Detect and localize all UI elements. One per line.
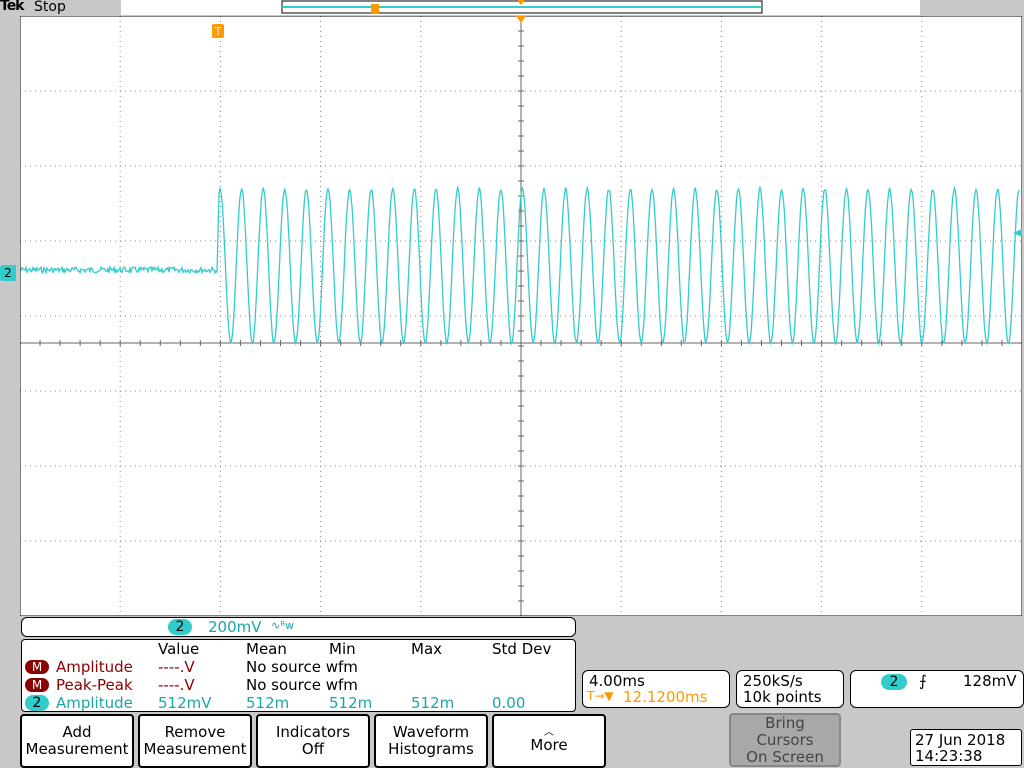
measurement-value: ----.V: [158, 676, 195, 694]
brand-label: Tek: [0, 0, 24, 14]
measurement-mean: No source wfm: [246, 658, 358, 676]
math-badge: M: [25, 678, 49, 692]
trigger-position-marker[interactable]: T: [212, 24, 224, 38]
measurement-std-dev: 0.00: [492, 694, 526, 712]
run-state-label: Stop: [34, 0, 66, 15]
acquisition-readout[interactable]: 250kS/s 10k points: [736, 670, 844, 708]
header-std-dev: Std Dev: [492, 640, 552, 658]
svg-text:T: T: [214, 25, 222, 38]
measurement-value: 512mV: [158, 694, 212, 712]
indicators-button[interactable]: Indicators Off: [256, 714, 370, 768]
time-label: 14:23:38: [915, 747, 983, 765]
measurement-value: ----.V: [158, 658, 195, 676]
math-badge: M: [25, 660, 49, 674]
measurement-header-row: Value Mean Min Max Std Dev: [22, 640, 578, 658]
channel-2-ground-marker[interactable]: 2: [0, 265, 16, 281]
measurement-name: Amplitude: [56, 658, 133, 676]
trigger-level: 128mV: [963, 672, 1017, 690]
measurement-row[interactable]: M Amplitude ----.V No source wfm: [22, 658, 578, 676]
header-value: Value: [158, 640, 200, 658]
trigger-source-badge: 2: [881, 674, 907, 690]
horizontal-delay: 12.1200ms: [623, 688, 708, 706]
record-length: 10k points: [743, 688, 822, 706]
waveform-histograms-button[interactable]: Waveform Histograms: [374, 714, 488, 768]
channel-badge: 2: [25, 695, 49, 711]
timebase-readout[interactable]: 4.00ms T→▼ 12.1200ms: [582, 670, 730, 708]
channel-scale-value: 200mV: [208, 618, 262, 636]
measurement-max: 512m: [411, 694, 455, 712]
measurement-row[interactable]: M Peak-Peak ----.V No source wfm: [22, 676, 578, 694]
measurement-row[interactable]: 2 Amplitude 512mV 512m 512m 512m 0.00: [22, 694, 578, 712]
rising-edge-icon: ⨍: [919, 672, 927, 690]
remove-measurement-button[interactable]: Remove Measurement: [138, 714, 252, 768]
date-time-display: 27 Jun 2018 14:23:38: [910, 729, 1022, 766]
header-max: Max: [411, 640, 443, 658]
header-min: Min: [329, 640, 356, 658]
more-button[interactable]: ︿ More: [492, 714, 606, 768]
add-measurement-button[interactable]: Add Measurement: [20, 714, 134, 768]
header-mean: Mean: [246, 640, 287, 658]
measurement-name: Peak-Peak: [56, 676, 133, 694]
measurement-mean: 512m: [246, 694, 290, 712]
trigger-delay-icon: T→▼: [587, 689, 614, 703]
measurement-min: 512m: [329, 694, 373, 712]
trigger-readout[interactable]: 2 ⨍ 128mV: [850, 670, 1024, 708]
bring-cursors-button[interactable]: Bring Cursors On Screen: [729, 713, 841, 767]
waveform-graticule[interactable]: T: [20, 16, 1022, 616]
channel-scale-readout[interactable]: 2 200mV ∿ᴮw: [21, 617, 576, 637]
measurement-table: Value Mean Min Max Std Dev M Amplitude -…: [21, 639, 576, 712]
channel-badge: 2: [168, 619, 192, 635]
status-bar: Tek Stop: [0, 0, 1024, 16]
bandwidth-coupling-icon: ∿ᴮw: [271, 619, 294, 632]
measurement-mean: No source wfm: [246, 676, 358, 694]
record-view-bar[interactable]: [121, 0, 920, 15]
measurement-name: Amplitude: [56, 694, 133, 712]
